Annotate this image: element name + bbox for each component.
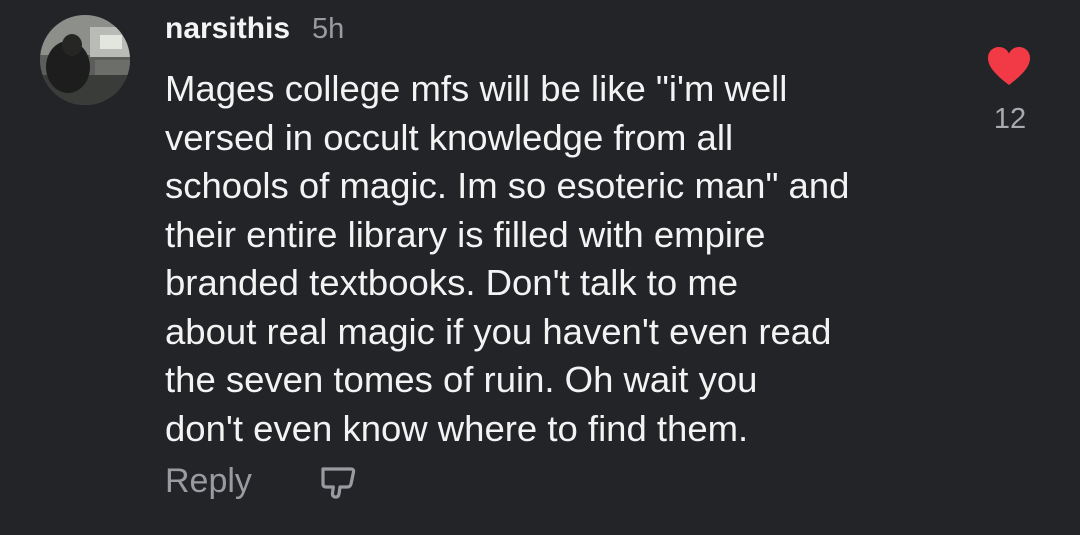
like-count: 12 — [993, 103, 1027, 135]
reply-button[interactable]: Reply — [165, 462, 252, 501]
heart-icon — [988, 47, 1030, 85]
comment-header: narsithis 5h — [165, 12, 344, 46]
dislike-button[interactable] — [318, 462, 358, 502]
avatar-photo — [40, 15, 130, 105]
avatar[interactable] — [40, 15, 130, 105]
username[interactable]: narsithis — [165, 12, 290, 46]
timestamp: 5h — [312, 13, 345, 45]
like-button[interactable] — [986, 45, 1032, 87]
comment-item: narsithis 5h Mages college mfs will be l… — [0, 0, 1080, 535]
dislike-icon — [321, 467, 356, 499]
comment-text: Mages college mfs will be like "i'm well… — [165, 68, 850, 449]
